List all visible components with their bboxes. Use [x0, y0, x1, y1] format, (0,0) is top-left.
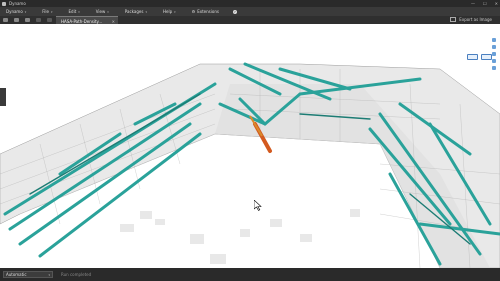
menu-bar: Dynamo ▾ File ▾ Edit ▾ View ▾ Packages ▾ Help…: [0, 7, 500, 16]
menu-file[interactable]: File ▾: [42, 9, 52, 14]
export-image-button[interactable]: Export as Image: [450, 17, 492, 22]
close-button[interactable]: ✕: [495, 0, 498, 7]
redo-icon[interactable]: [47, 18, 52, 22]
chevron-down-icon: ▾: [78, 9, 80, 14]
menu-view-label: View: [95, 9, 106, 14]
menu-edit-label: Edit: [68, 9, 77, 14]
orbit-icon[interactable]: [492, 66, 496, 70]
zoom-out-icon[interactable]: [492, 52, 496, 56]
pan-icon[interactable]: [492, 59, 496, 63]
tab-close-icon[interactable]: ✕: [112, 19, 115, 24]
run-mode-label: Automatic: [6, 272, 27, 277]
title-bar: Dynamo — ☐ ✕: [0, 0, 500, 7]
library-panel-toggle[interactable]: [0, 88, 6, 106]
menu-dynamo-label: Dynamo: [6, 9, 23, 14]
run-status-text: Run completed: [61, 272, 92, 277]
undo-icon[interactable]: [36, 18, 41, 22]
zoom-fit-icon[interactable]: [492, 38, 496, 42]
gear-icon: ⚙: [191, 9, 196, 14]
status-bar: Automatic ▾ Run completed: [0, 268, 500, 281]
menu-packages[interactable]: Packages ▾: [125, 9, 147, 14]
3d-background-preview[interactable]: [0, 24, 500, 268]
minimize-button[interactable]: —: [471, 0, 475, 7]
tab-label: HASA-Path-Density...: [61, 18, 103, 24]
menu-edit[interactable]: Edit ▾: [69, 9, 80, 14]
chevron-down-icon: ▾: [51, 9, 53, 14]
menu-help-label: Help: [162, 9, 173, 14]
menu-dynamo[interactable]: Dynamo ▾: [6, 9, 26, 14]
chevron-down-icon: ▾: [145, 9, 147, 14]
open-file-icon[interactable]: [14, 18, 19, 22]
save-icon[interactable]: [25, 18, 30, 22]
geometry-view-button[interactable]: [481, 54, 492, 60]
new-file-icon[interactable]: [3, 18, 8, 22]
window-controls: — ☐ ✕: [471, 0, 498, 7]
menu-view[interactable]: View ▾: [96, 9, 109, 14]
geometry-preview: [0, 62, 500, 268]
dynamo-logo-icon: [2, 1, 6, 6]
maximize-button[interactable]: ☐: [483, 0, 487, 7]
chevron-down-icon: ▾: [107, 9, 109, 14]
tab-bar: HASA-Path-Density... ✕ Export as Image: [0, 16, 500, 25]
zoom-in-icon[interactable]: [492, 45, 496, 49]
menu-packages-label: Packages: [124, 9, 144, 14]
export-label: Export as Image: [459, 17, 492, 22]
chevron-down-icon: ▾: [48, 272, 50, 277]
chevron-down-icon: ▾: [24, 9, 27, 14]
graph-view-button[interactable]: [467, 54, 478, 60]
chevron-down-icon: ▾: [174, 9, 176, 14]
view-toggle: [467, 54, 492, 60]
camera-icon: [450, 17, 457, 22]
mouse-cursor-icon: [254, 200, 262, 211]
navigation-controls: [492, 38, 498, 70]
menu-extensions[interactable]: ⚙ Extensions: [192, 9, 219, 14]
menu-extensions-label: Extensions: [197, 9, 219, 14]
window-title: Dynamo: [9, 1, 26, 6]
menu-help[interactable]: Help ▾: [163, 9, 176, 14]
help-icon[interactable]: ?: [232, 9, 237, 14]
menu-file-label: File: [42, 9, 49, 14]
run-mode-select[interactable]: Automatic ▾: [3, 271, 53, 278]
